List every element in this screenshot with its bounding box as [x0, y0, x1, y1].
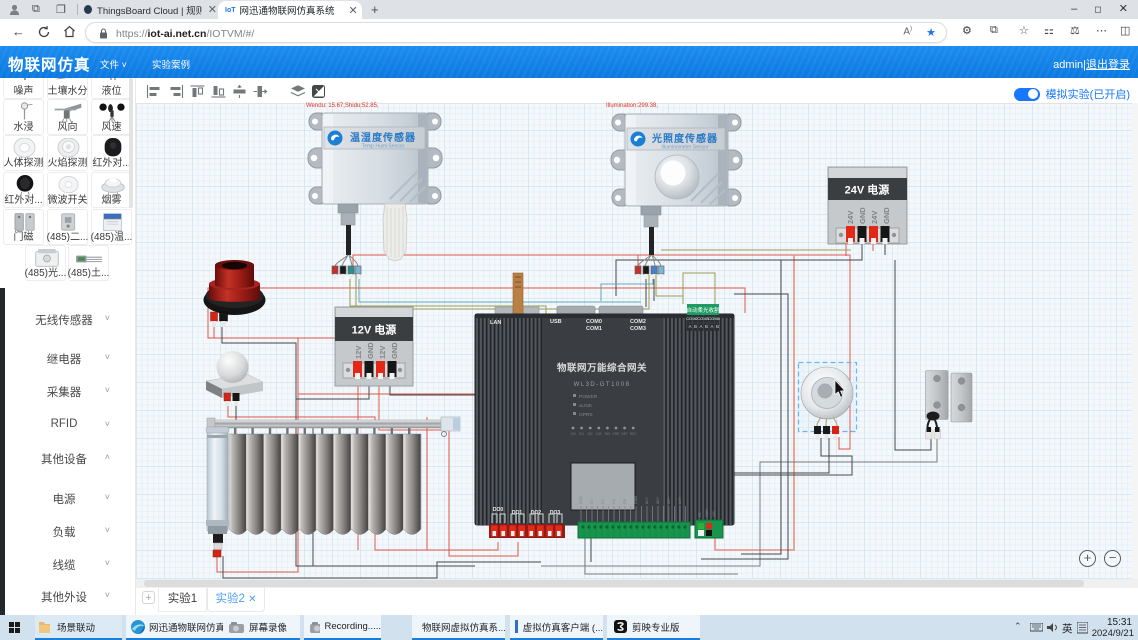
svg-text:A: A — [699, 324, 702, 329]
svg-text:COM: COM — [579, 496, 583, 504]
svg-text:DI3: DI3 — [596, 432, 601, 436]
svg-text:AI4+: AI4+ — [678, 497, 682, 504]
svg-text:NET: NET — [621, 432, 627, 436]
svg-text:24V: 24V — [846, 211, 855, 224]
svg-text:GND: GND — [705, 509, 709, 517]
svg-text:DI1: DI1 — [601, 499, 605, 504]
svg-text:DI0: DI0 — [590, 499, 594, 504]
svg-text:DI2: DI2 — [588, 432, 593, 436]
svg-text:RDY: RDY — [630, 432, 638, 436]
svg-text:DO2: DO2 — [531, 510, 542, 516]
svg-text:B: B — [705, 324, 708, 329]
svg-text:24V: 24V — [870, 211, 879, 224]
svg-text:DI3: DI3 — [623, 499, 627, 504]
svg-text:DO1: DO1 — [512, 510, 523, 516]
svg-text:WL3D-GT1008: WL3D-GT1008 — [574, 382, 631, 388]
svg-text:GPRS: GPRS — [579, 412, 593, 418]
svg-text:12V: 12V — [378, 346, 387, 359]
svg-text:xLINK: xLINK — [579, 403, 593, 409]
svg-text:DI1: DI1 — [579, 432, 584, 436]
svg-text:温湿度传感器: 温湿度传感器 — [350, 131, 416, 144]
svg-text:光照度传感器: 光照度传感器 — [651, 132, 718, 145]
svg-text:A: A — [688, 324, 691, 329]
svg-text:COM2: COM2 — [630, 319, 646, 325]
svg-text:GND: GND — [858, 207, 867, 224]
svg-text:FE: FE — [698, 512, 702, 517]
svg-text:12V: 12V — [354, 346, 363, 359]
svg-text:B: B — [716, 324, 719, 329]
svg-text:AI2+: AI2+ — [656, 497, 660, 504]
svg-text:12V 电源: 12V 电源 — [352, 323, 397, 337]
svg-text:AI3+: AI3+ — [667, 497, 671, 504]
svg-text:POWER: POWER — [579, 394, 598, 400]
svg-text:24V 电源: 24V 电源 — [845, 183, 890, 197]
svg-text:DI0: DI0 — [571, 432, 576, 436]
svg-text:B: B — [694, 324, 697, 329]
svg-text:COM: COM — [634, 496, 638, 504]
svg-text:Temp Humi Sensor: Temp Humi Sensor — [362, 144, 405, 150]
svg-text:GND: GND — [390, 342, 399, 359]
svg-text:USB: USB — [550, 319, 562, 325]
svg-text:ERR: ERR — [613, 432, 620, 436]
svg-text:GND: GND — [882, 207, 891, 224]
svg-text:COM0: COM0 — [586, 319, 602, 325]
svg-text:AI1+: AI1+ — [645, 497, 649, 504]
svg-text:500: 500 — [605, 432, 611, 436]
svg-text:10V: 10V — [712, 510, 716, 517]
svg-text:物联网万能综合网关: 物联网万能综合网关 — [557, 362, 647, 374]
svg-text:Illuminometer Sensor: Illuminometer Sensor — [661, 145, 709, 151]
svg-text:COM3: COM3 — [630, 326, 646, 332]
svg-text:DI2: DI2 — [612, 499, 616, 504]
svg-text:DO0: DO0 — [493, 507, 504, 513]
svg-text:LAN: LAN — [490, 320, 501, 326]
svg-text:A: A — [710, 324, 713, 329]
svg-text:GND: GND — [366, 342, 375, 359]
svg-text:COM1: COM1 — [586, 326, 602, 332]
svg-text:DO3: DO3 — [550, 510, 561, 516]
svg-text:自动柔光收割: 自动柔光收割 — [686, 306, 720, 314]
